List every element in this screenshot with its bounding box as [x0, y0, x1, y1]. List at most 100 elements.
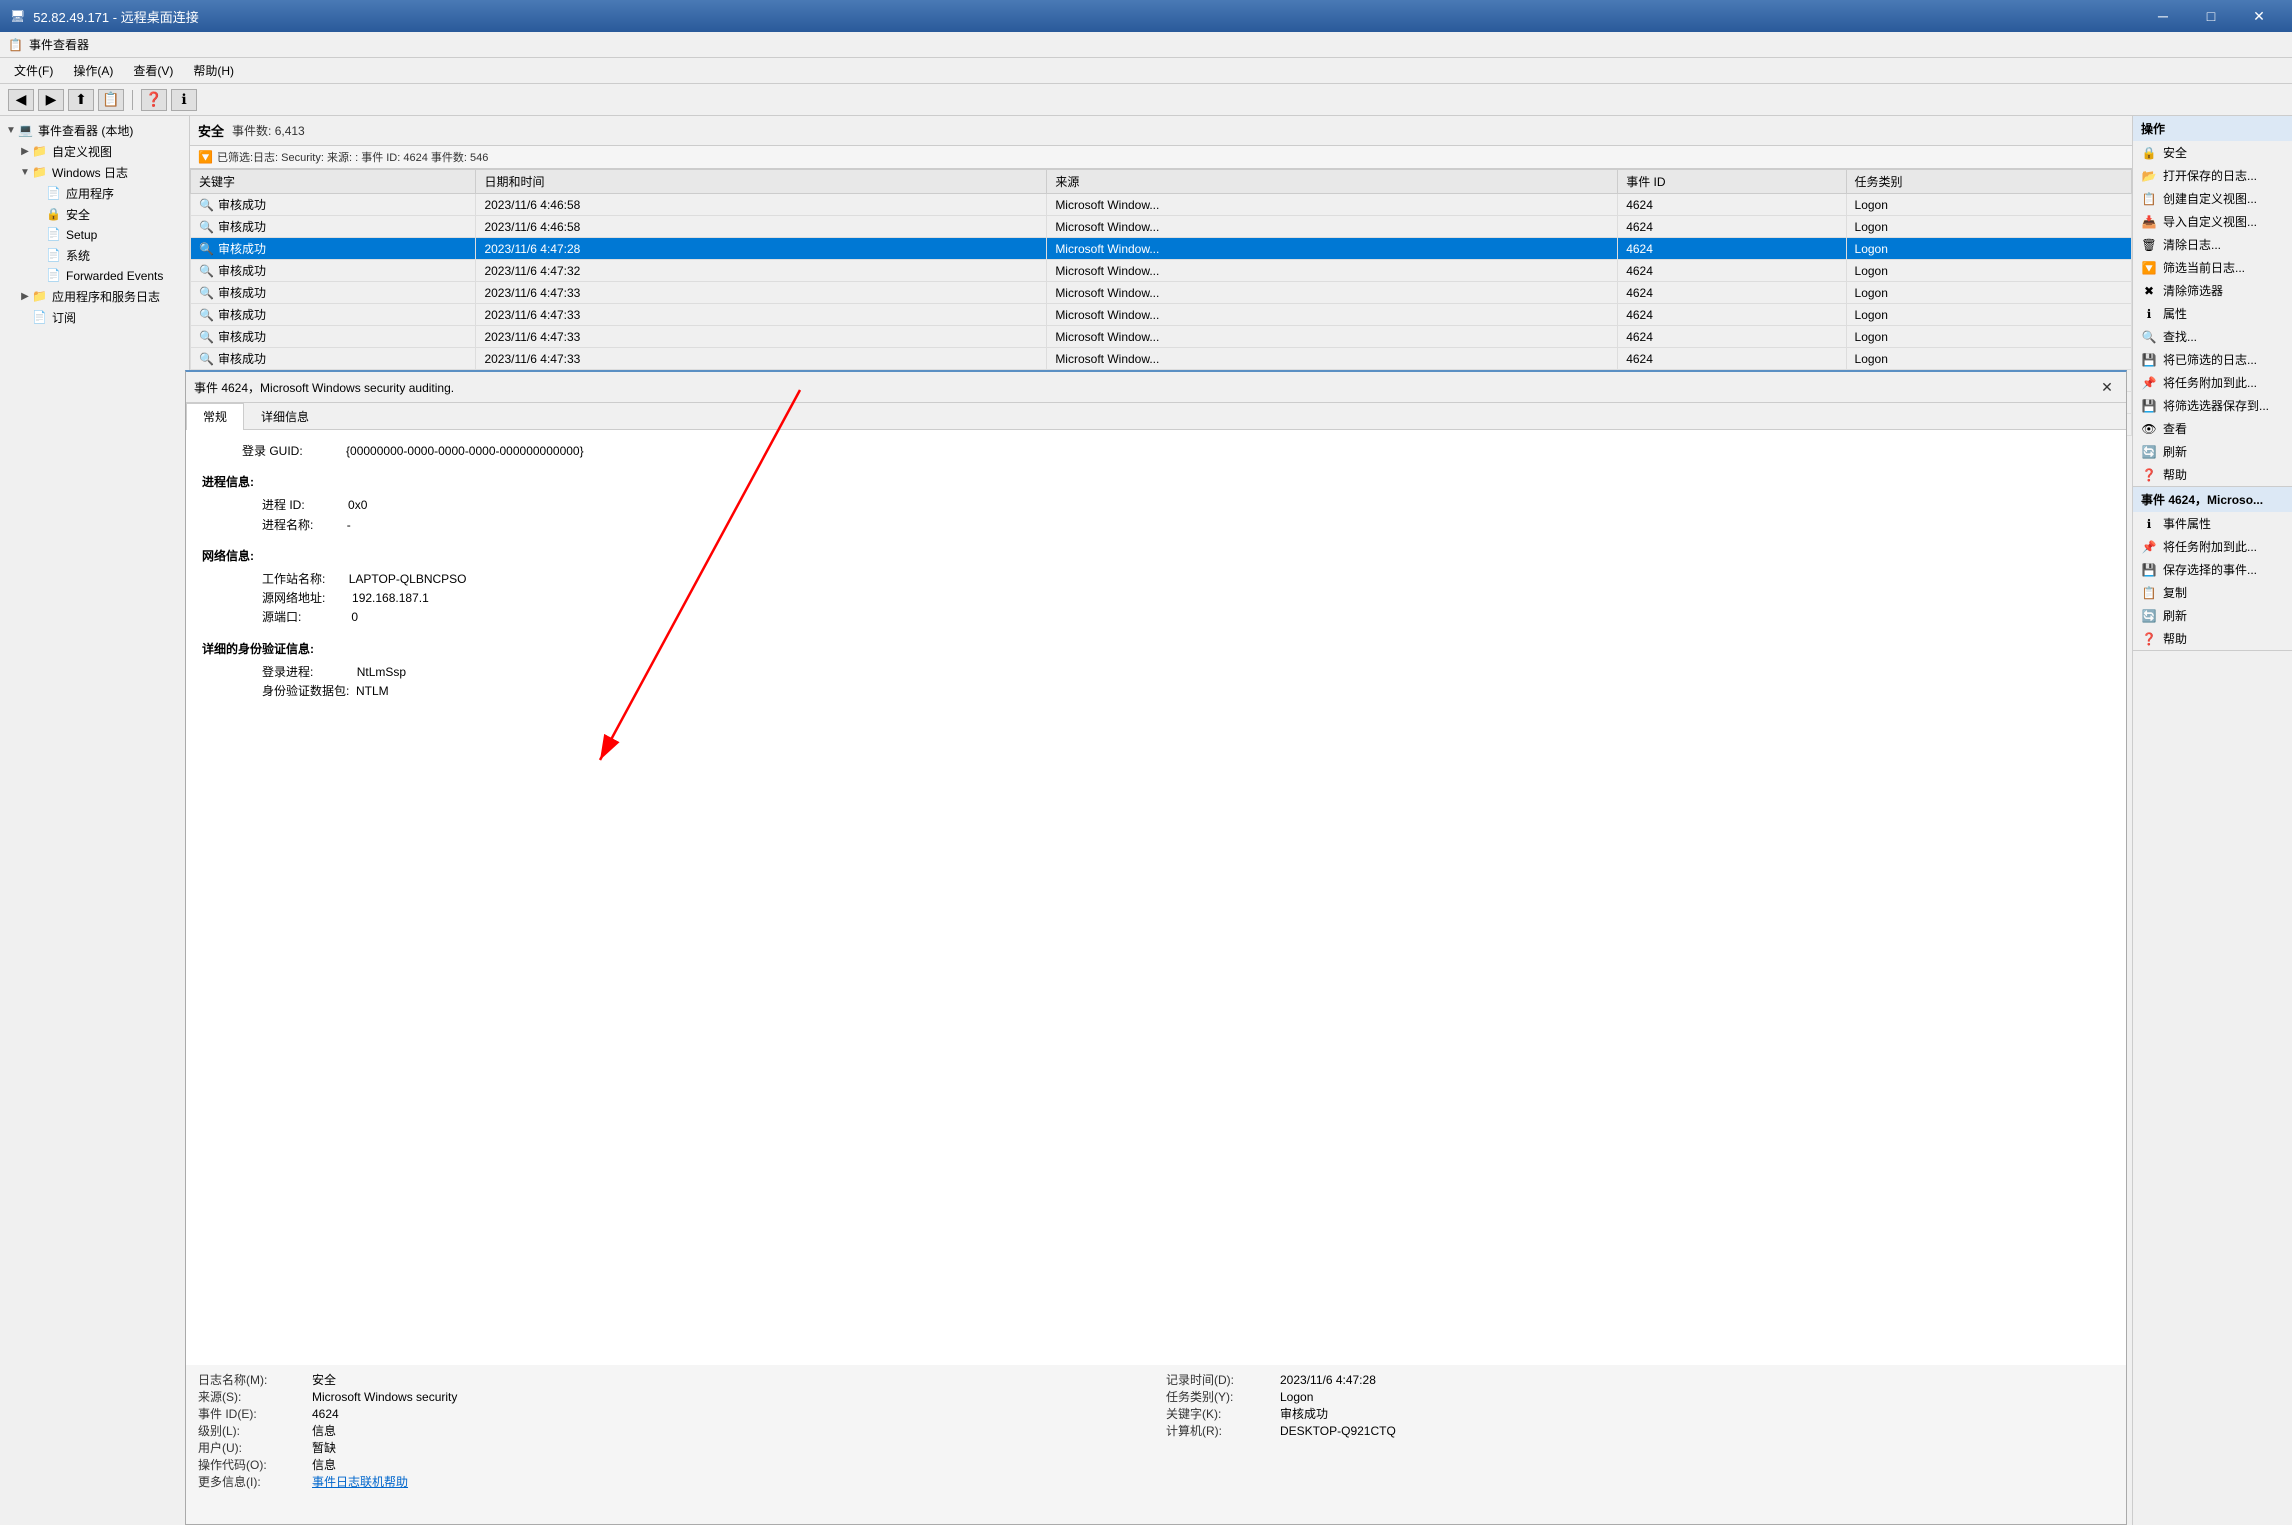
event-action-save-label: 保存选择的事件... — [2163, 561, 2257, 578]
table-row[interactable]: 🔍审核成功2023/11/6 4:47:33Microsoft Window..… — [191, 282, 2132, 304]
cell-keyword: 🔍审核成功 — [191, 304, 476, 326]
info-record-time: 记录时间(D): 2023/11/6 4:47:28 — [1166, 1371, 2114, 1388]
sidebar-item-app-service-log[interactable]: ▶ 📁 应用程序和服务日志 — [0, 286, 189, 307]
source-ip-row: 源网络地址: 192.168.187.1 — [202, 589, 2110, 608]
col-header-source[interactable]: 来源 — [1047, 170, 1618, 194]
logon-guid-label: 登录 GUID: — [242, 444, 343, 458]
source-port-label: 源端口: — [262, 610, 348, 624]
col-header-keyword[interactable]: 关键字 — [191, 170, 476, 194]
cell-source: Microsoft Window... — [1047, 238, 1618, 260]
table-header-row: 关键字 日期和时间 来源 事件 ID 任务类别 — [191, 170, 2132, 194]
action-import-view[interactable]: 📥 导入自定义视图... — [2133, 210, 2292, 233]
close-button[interactable]: ✕ — [2236, 0, 2282, 32]
up-button[interactable]: ⬆ — [68, 89, 94, 111]
sidebar-item-subscription[interactable]: 📄 订阅 — [0, 307, 189, 328]
action-clear-filter[interactable]: ✖ 清除筛选器 — [2133, 279, 2292, 302]
expand-icon-empty — [32, 187, 46, 201]
table-row[interactable]: 🔍审核成功2023/11/6 4:47:28Microsoft Window..… — [191, 238, 2132, 260]
cell-keyword: 🔍审核成功 — [191, 260, 476, 282]
table-row[interactable]: 🔍审核成功2023/11/6 4:47:33Microsoft Window..… — [191, 348, 2132, 370]
logon-process-label: 登录进程: — [262, 665, 353, 679]
action-open-log[interactable]: 📂 打开保存的日志... — [2133, 164, 2292, 187]
sidebar-item-system[interactable]: 📄 系统 — [0, 245, 189, 266]
sidebar-item-event-viewer[interactable]: ▼ 💻 事件查看器 (本地) — [0, 120, 189, 141]
info-source-value: Microsoft Windows security — [312, 1390, 457, 1404]
action-create-view-label: 创建自定义视图... — [2163, 190, 2257, 207]
sidebar-item-setup[interactable]: 📄 Setup — [0, 225, 189, 245]
event-log-help-link[interactable]: 事件日志联机帮助 — [312, 1473, 408, 1490]
cell-eventid: 4624 — [1618, 194, 1846, 216]
sidebar-item-windows-log[interactable]: ▼ 📁 Windows 日志 — [0, 162, 189, 183]
sidebar-item-application[interactable]: 📄 应用程序 — [0, 183, 189, 204]
info-eventid-value: 4624 — [312, 1407, 339, 1421]
show-hide-button[interactable]: 📋 — [98, 89, 124, 111]
minimize-button[interactable]: ─ — [2140, 0, 2186, 32]
tab-general[interactable]: 常规 — [186, 403, 244, 430]
menu-view[interactable]: 查看(V) — [127, 60, 179, 81]
event-action-properties[interactable]: ℹ 事件属性 — [2133, 512, 2292, 535]
event-action-save[interactable]: 💾 保存选择的事件... — [2133, 558, 2292, 581]
event-action-help[interactable]: ❓ 帮助 — [2133, 627, 2292, 650]
table-row[interactable]: 🔍审核成功2023/11/6 4:47:33Microsoft Window..… — [191, 304, 2132, 326]
action-clear-log[interactable]: 🗑 清除日志... — [2133, 233, 2292, 256]
table-row[interactable]: 🔍审核成功2023/11/6 4:46:58Microsoft Window..… — [191, 216, 2132, 238]
event-action-copy[interactable]: 📋 复制 — [2133, 581, 2292, 604]
action-save-filter[interactable]: 💾 将筛选选器保存到... — [2133, 394, 2292, 417]
cell-taskcategory: Logon — [1846, 216, 2131, 238]
auth-package-value: NTLM — [356, 684, 389, 698]
table-row[interactable]: 🔍审核成功2023/11/6 4:47:33Microsoft Window..… — [191, 326, 2132, 348]
cell-taskcategory: Logon — [1846, 282, 2131, 304]
sidebar-item-security[interactable]: 🔒 安全 — [0, 204, 189, 225]
sidebar-item-forwarded-events[interactable]: 📄 Forwarded Events — [0, 266, 189, 286]
info-record-time-value: 2023/11/6 4:47:28 — [1280, 1373, 1376, 1387]
table-row[interactable]: 🔍审核成功2023/11/6 4:46:58Microsoft Window..… — [191, 194, 2132, 216]
process-id-row: 进程 ID: 0x0 — [202, 496, 2110, 515]
cell-source: Microsoft Window... — [1047, 304, 1618, 326]
info-keyword-value: 审核成功 — [1280, 1405, 1328, 1422]
attach-icon: 📌 — [2141, 375, 2157, 391]
detail-close-button[interactable]: ✕ — [2096, 376, 2118, 398]
action-help[interactable]: ❓ 帮助 — [2133, 463, 2292, 486]
logon-guid-value: {00000000-0000-0000-0000-000000000000} — [346, 444, 584, 458]
info-opcode-label: 操作代码(O): — [198, 1456, 308, 1473]
cell-taskcategory: Logon — [1846, 304, 2131, 326]
action-properties[interactable]: ℹ 属性 — [2133, 302, 2292, 325]
action-refresh[interactable]: 🔄 刷新 — [2133, 440, 2292, 463]
action-filter-log[interactable]: 🔽 筛选当前日志... — [2133, 256, 2292, 279]
cell-datetime: 2023/11/6 4:47:33 — [476, 348, 1047, 370]
action-view[interactable]: 👁 查看 — [2133, 417, 2292, 440]
sidebar-label-forwarded-events: Forwarded Events — [66, 269, 163, 283]
sidebar-label-system: 系统 — [66, 247, 90, 264]
col-header-taskcat[interactable]: 任务类别 — [1846, 170, 2131, 194]
action-attach-task[interactable]: 📌 将任务附加到此... — [2133, 371, 2292, 394]
tab-details[interactable]: 详细信息 — [244, 403, 326, 429]
workstation-value: LAPTOP-QLBNCPSO — [349, 572, 467, 586]
event-copy-icon: 📋 — [2141, 585, 2157, 601]
sidebar-item-custom-view[interactable]: ▶ 📁 自定义视图 — [0, 141, 189, 162]
create-icon: 📋 — [2141, 191, 2157, 207]
doc-icon: 📄 — [46, 186, 62, 202]
action-find[interactable]: 🔍 查找... — [2133, 325, 2292, 348]
event-action-attach-task[interactable]: 📌 将任务附加到此... — [2133, 535, 2292, 558]
info-eventid: 事件 ID(E): 4624 — [198, 1405, 1146, 1422]
help-toolbar-button[interactable]: ❓ — [141, 89, 167, 111]
menu-help[interactable]: 帮助(H) — [187, 60, 240, 81]
col-header-datetime[interactable]: 日期和时间 — [476, 170, 1047, 194]
process-name-value: - — [347, 518, 351, 532]
action-save-filtered[interactable]: 💾 将已筛选的日志... — [2133, 348, 2292, 371]
source-ip-value: 192.168.187.1 — [352, 591, 429, 605]
cell-taskcategory: Logon — [1846, 326, 2131, 348]
event-action-refresh[interactable]: 🔄 刷新 — [2133, 604, 2292, 627]
back-button[interactable]: ◀ — [8, 89, 34, 111]
table-row[interactable]: 🔍审核成功2023/11/6 4:47:32Microsoft Window..… — [191, 260, 2132, 282]
maximize-button[interactable]: □ — [2188, 0, 2234, 32]
col-header-eventid[interactable]: 事件 ID — [1618, 170, 1846, 194]
app-icon-area: 📋 事件查看器 — [8, 36, 89, 53]
action-create-view[interactable]: 📋 创建自定义视图... — [2133, 187, 2292, 210]
menu-action[interactable]: 操作(A) — [67, 60, 119, 81]
menu-file[interactable]: 文件(F) — [8, 60, 59, 81]
properties-toolbar-button[interactable]: ℹ — [171, 89, 197, 111]
forward-button[interactable]: ▶ — [38, 89, 64, 111]
sidebar-label-custom-view: 自定义视图 — [52, 143, 112, 160]
action-security[interactable]: 🔒 安全 — [2133, 141, 2292, 164]
